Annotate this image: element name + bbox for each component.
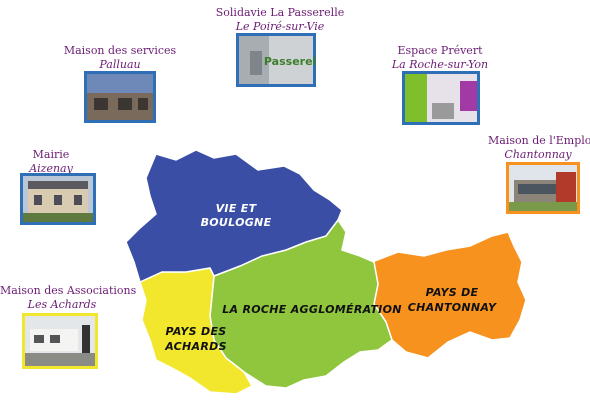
site-palluau-caption: Maison des services Palluau — [60, 44, 180, 72]
label-pays-des-achards-2: ACHARDS — [164, 340, 227, 353]
photo-passerelle[interactable]: Passerell — [236, 33, 316, 87]
site-aizenay-caption: Mairie Aizenay — [6, 148, 96, 176]
site-achards-caption: Maison des Associations Les Achards — [0, 284, 137, 312]
label-la-roche-agglomeration: LA ROCHE AGGLOMÉRATION — [222, 303, 401, 316]
photo-aizenay[interactable] — [20, 173, 96, 225]
photo-achards[interactable] — [22, 313, 98, 369]
site-town: Le Poiré-sur-Vie — [235, 20, 325, 33]
site-passerelle-caption: Solidavie La Passerelle Le Poiré-sur-Vie — [210, 6, 350, 34]
label-vie-et-boulogne-2: BOULOGNE — [201, 216, 272, 229]
photo-chantonnay[interactable] — [506, 162, 580, 214]
site-name: Solidavie La Passerelle — [215, 6, 345, 19]
site-town: Palluau — [99, 58, 141, 71]
site-town: Les Achards — [27, 298, 97, 311]
label-vie-et-boulogne-1: VIE ET — [216, 202, 258, 215]
site-chantonnay-caption: Maison de l'Emploi Chantonnay — [488, 134, 590, 162]
label-pays-des-achards-1: PAYS DES — [166, 325, 227, 338]
photo-palluau[interactable] — [84, 71, 156, 123]
label-pays-de-chantonnay-1: PAYS DE — [426, 286, 479, 299]
site-town: La Roche-sur-Yon — [391, 58, 489, 71]
site-name: Espace Prévert — [397, 44, 483, 57]
site-name: Maison des services — [63, 44, 177, 57]
label-pays-de-chantonnay-2: CHANTONNAY — [408, 301, 497, 314]
site-town: Chantonnay — [504, 148, 572, 161]
site-name: Maison de l'Emploi — [488, 134, 590, 147]
photo-prevert[interactable] — [402, 71, 480, 125]
site-name: Maison des Associations — [0, 284, 137, 297]
photo-sign-text: Passerell — [264, 55, 316, 68]
site-prevert-caption: Espace Prévert La Roche-sur-Yon — [380, 44, 500, 72]
site-name: Mairie — [32, 148, 70, 161]
